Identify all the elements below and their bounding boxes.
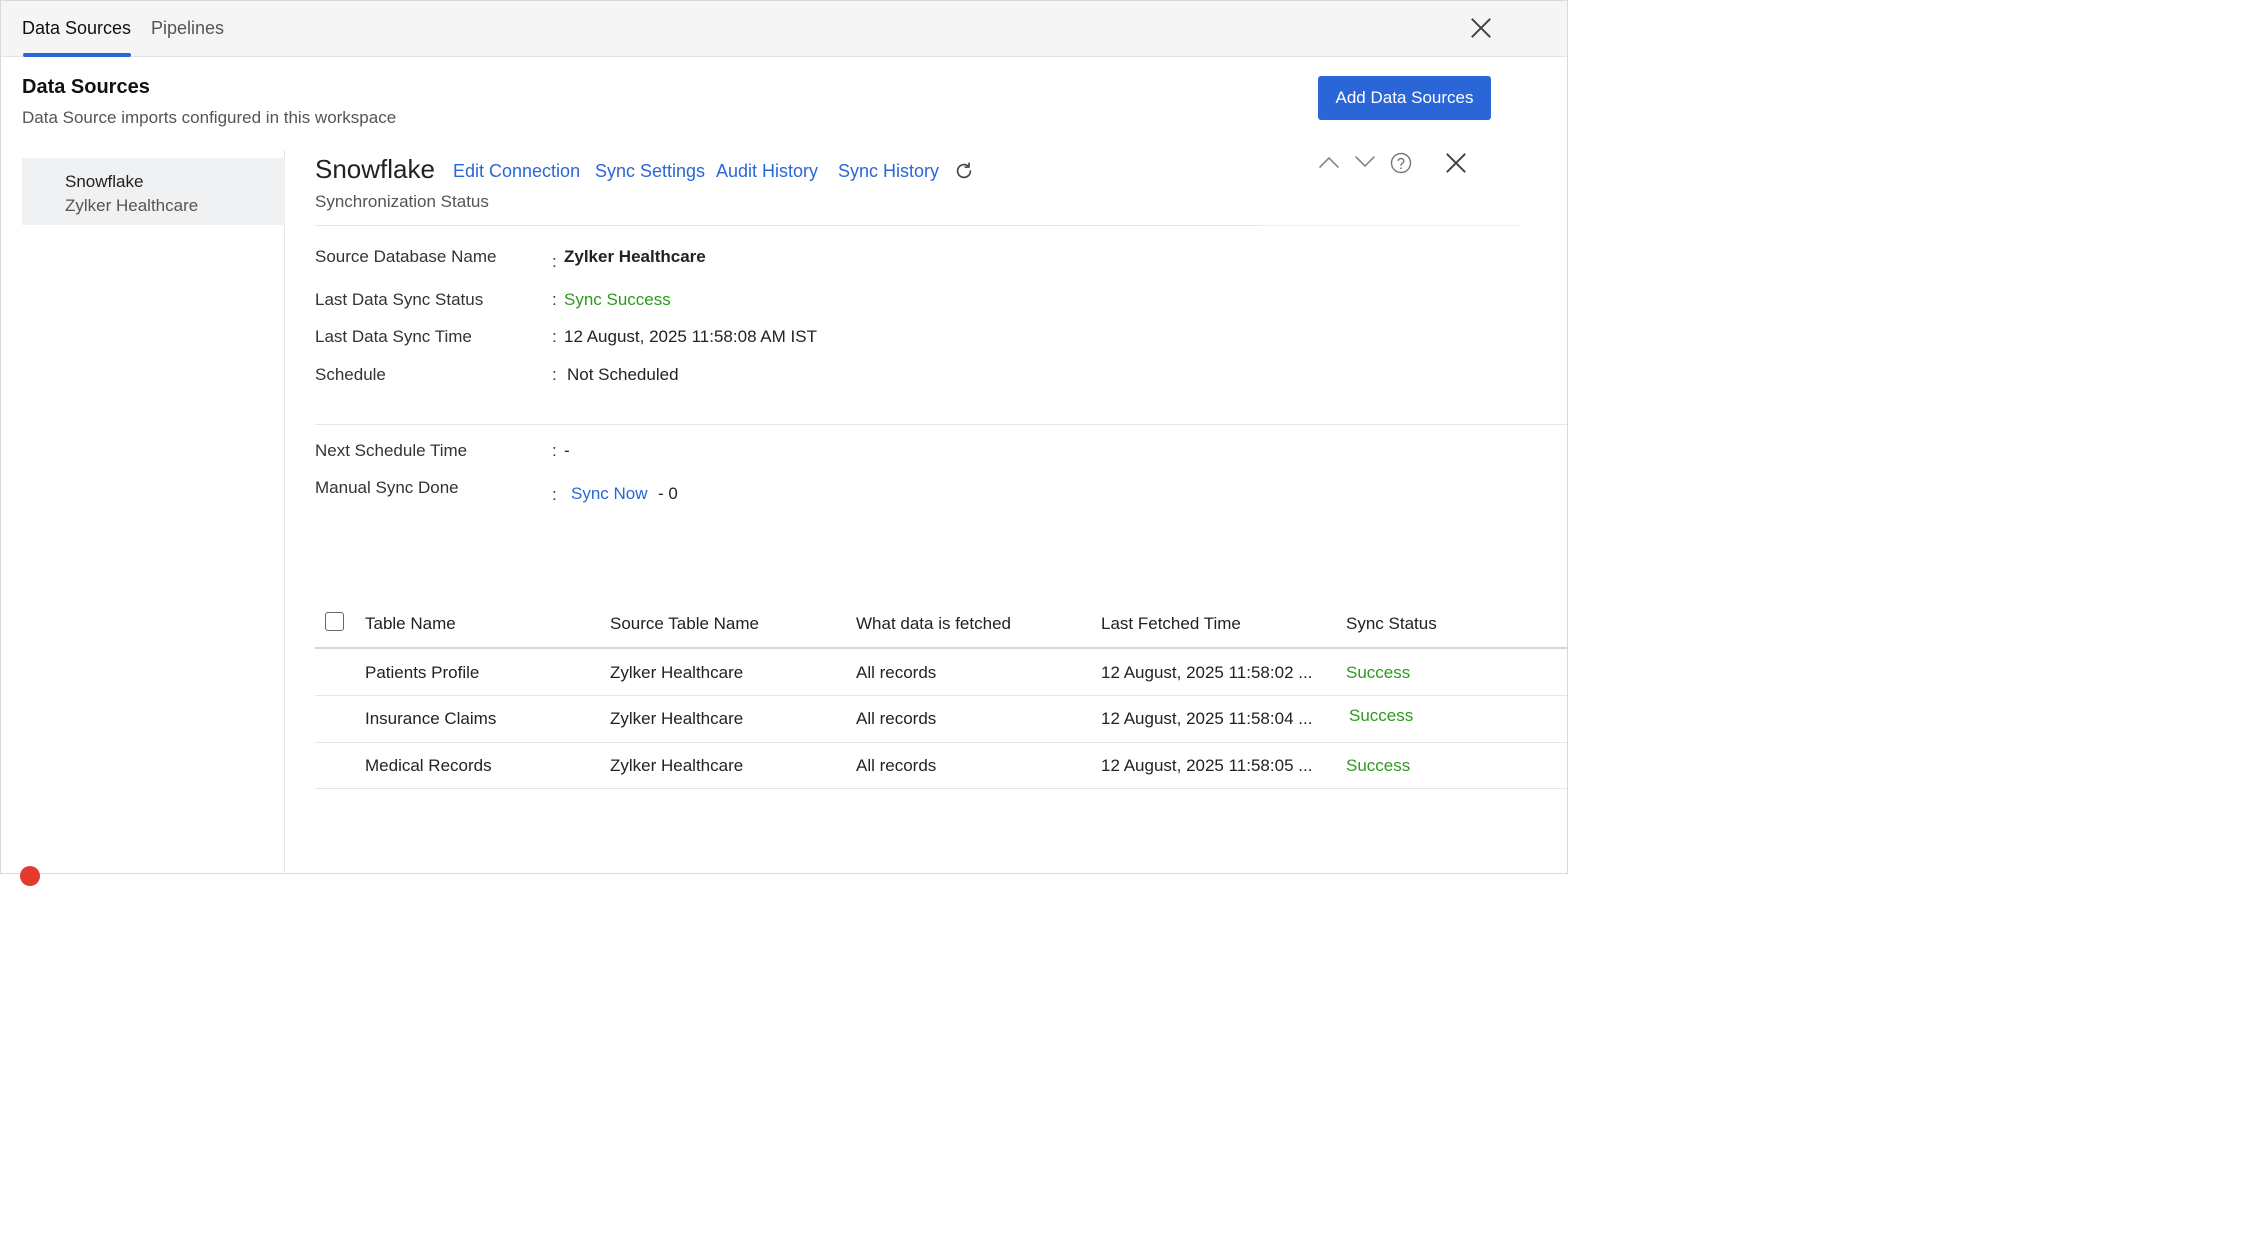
- col-sync-status: Sync Status: [1346, 614, 1437, 633]
- colon: :: [552, 252, 557, 271]
- next-schedule-value: -: [564, 441, 570, 460]
- schedule-label: Schedule: [315, 365, 386, 384]
- active-tab-indicator: [23, 53, 131, 57]
- cell-source: Zylker Healthcare: [610, 663, 744, 682]
- cell-table-name: Patients Profile: [365, 663, 480, 682]
- col-last-fetched-time: Last Fetched Time: [1101, 614, 1241, 633]
- cell-time: 12 August, 2025 11:58:05 ...: [1101, 756, 1313, 775]
- cell-status: Success: [1346, 756, 1411, 775]
- schedule-value: Not Scheduled: [567, 365, 679, 384]
- colon: :: [552, 441, 557, 460]
- tab-bar: Data Sources Pipelines: [1, 1, 1567, 57]
- colon: :: [552, 327, 557, 346]
- chevron-down-icon[interactable]: [1354, 154, 1376, 170]
- help-icon[interactable]: [1390, 152, 1412, 174]
- next-schedule-label: Next Schedule Time: [315, 441, 468, 460]
- sync-history-link[interactable]: Sync History: [838, 161, 939, 182]
- detail-title: Snowflake: [315, 154, 435, 184]
- manual-sync-count: - 0: [658, 484, 678, 503]
- cell-time: 12 August, 2025 11:58:04 ...: [1101, 709, 1313, 728]
- colon: :: [552, 485, 557, 504]
- add-data-sources-button[interactable]: Add Data Sources: [1318, 76, 1491, 120]
- chevron-up-icon[interactable]: [1318, 154, 1340, 170]
- sidebar-item-snowflake[interactable]: Snowflake Zylker Healthcare: [22, 158, 285, 225]
- divider: [1262, 225, 1520, 226]
- data-source-list: Snowflake Zylker Healthcare: [1, 150, 285, 873]
- cell-fetched: All records: [856, 709, 937, 728]
- close-detail-icon[interactable]: [1445, 152, 1467, 174]
- last-sync-status-value: Sync Success: [564, 290, 671, 309]
- last-sync-status-label: Last Data Sync Status: [315, 290, 484, 309]
- last-sync-time-label: Last Data Sync Time: [315, 327, 472, 346]
- cell-table-name: Insurance Claims: [365, 709, 497, 728]
- sync-settings-link[interactable]: Sync Settings: [595, 161, 705, 182]
- cell-status: Success: [1346, 663, 1411, 682]
- last-sync-time-value: 12 August, 2025 11:58:08 AM IST: [564, 327, 817, 346]
- col-what-data-fetched: What data is fetched: [856, 614, 1011, 633]
- row-divider: [315, 695, 1567, 696]
- tab-data-sources[interactable]: Data Sources: [22, 18, 131, 39]
- page-title: Data Sources: [22, 76, 150, 98]
- cell-source: Zylker Healthcare: [610, 756, 744, 775]
- cell-fetched: All records: [856, 663, 937, 682]
- row-divider: [315, 788, 1567, 789]
- row-divider: [315, 742, 1567, 743]
- sidebar-item-name: Snowflake: [65, 172, 144, 191]
- tab-pipelines[interactable]: Pipelines: [151, 18, 224, 39]
- manual-sync-label: Manual Sync Done: [315, 478, 459, 497]
- divider: [315, 225, 1262, 226]
- col-table-name: Table Name: [365, 614, 456, 633]
- source-db-value: Zylker Healthcare: [564, 247, 706, 266]
- colon: :: [552, 365, 557, 384]
- divider: [315, 424, 1567, 425]
- col-source-table-name: Source Table Name: [610, 614, 759, 633]
- notification-dot[interactable]: [20, 866, 40, 886]
- cell-table-name: Medical Records: [365, 756, 492, 775]
- edit-connection-link[interactable]: Edit Connection: [453, 161, 580, 182]
- cell-fetched: All records: [856, 756, 937, 775]
- cell-time: 12 August, 2025 11:58:02 ...: [1101, 663, 1313, 682]
- page-subtitle: Data Source imports configured in this w…: [22, 108, 397, 127]
- audit-history-link[interactable]: Audit History: [716, 161, 818, 182]
- cell-source: Zylker Healthcare: [610, 709, 744, 728]
- refresh-icon[interactable]: [953, 160, 975, 182]
- sync-now-link[interactable]: Sync Now: [571, 484, 648, 504]
- section-label: Synchronization Status: [315, 192, 489, 211]
- table-header-divider: [315, 647, 1567, 649]
- colon: :: [552, 290, 557, 309]
- sidebar-item-workspace: Zylker Healthcare: [65, 196, 199, 215]
- source-db-label: Source Database Name: [315, 247, 497, 266]
- select-all-checkbox[interactable]: [325, 612, 344, 631]
- close-icon[interactable]: [1470, 17, 1492, 39]
- cell-status: Success: [1349, 706, 1414, 725]
